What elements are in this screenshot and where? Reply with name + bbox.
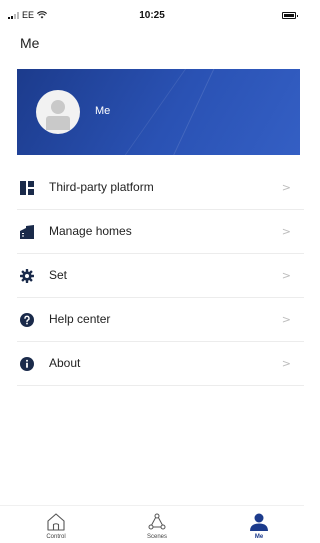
chevron-right-icon: > [281,357,291,370]
scenes-icon [148,513,166,530]
battery-icon [282,12,298,19]
tab-me[interactable]: Me [229,506,289,543]
grid-icon [20,181,34,195]
tab-bar: Control Scenes Me [0,505,304,543]
home-icon [47,513,65,531]
menu-item-third-party-platform[interactable]: Third-party platform > [0,166,304,210]
menu-item-label: About [49,356,81,370]
menu-item-label: Manage homes [49,224,132,238]
info-icon [20,357,34,371]
building-icon [20,225,34,239]
tab-scenes[interactable]: Scenes [127,506,187,543]
profile-name: Me [95,105,111,117]
tab-control[interactable]: Control [26,506,86,543]
menu-item-set[interactable]: Set > [0,254,304,298]
menu-item-label: Set [49,268,68,282]
menu-item-about[interactable]: About > [0,342,304,386]
avatar[interactable] [36,90,80,134]
menu-item-label: Help center [49,312,111,326]
divider [17,385,304,386]
status-bar: EE 10:25 [0,0,304,22]
banner-decoration [107,69,300,155]
chevron-right-icon: > [281,269,291,282]
profile-card[interactable]: Me [17,69,300,155]
menu-item-manage-homes[interactable]: Manage homes > [0,210,304,254]
page-title: Me [20,35,40,51]
question-icon [20,313,34,327]
settings-menu: Third-party platform > Manage homes > Se… [0,166,304,386]
menu-item-help-center[interactable]: Help center > [0,298,304,342]
chevron-right-icon: > [281,181,291,194]
chevron-right-icon: > [281,225,291,238]
tab-label: Me [254,534,264,540]
menu-item-label: Third-party platform [49,180,154,194]
gear-icon [20,269,34,283]
chevron-right-icon: > [281,313,291,326]
person-icon [250,513,268,531]
status-time: 10:25 [139,10,165,21]
tab-label: Scenes [146,534,167,540]
tab-label: Control [46,534,66,540]
